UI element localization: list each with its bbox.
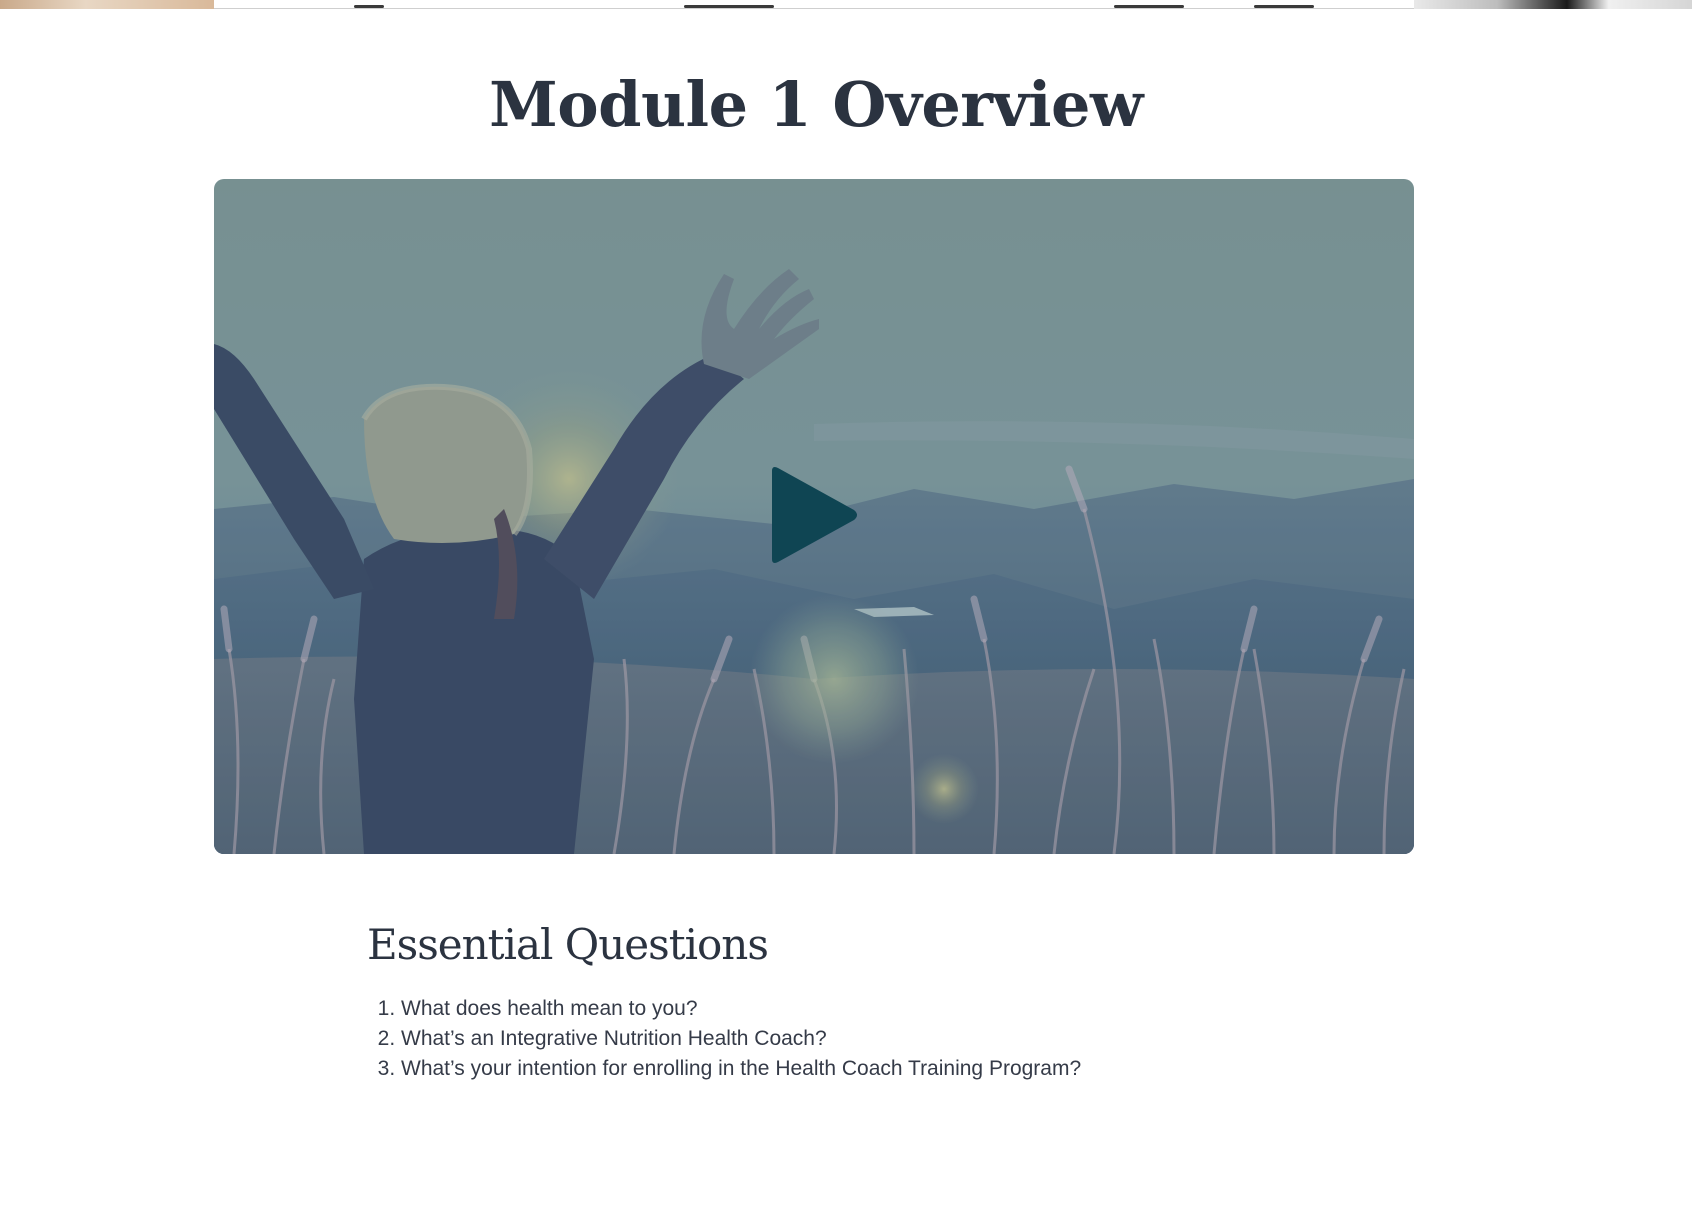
play-icon[interactable] (766, 463, 862, 567)
thumbnail-image-center (214, 0, 1414, 9)
question-list: What does health mean to you? What’s an … (367, 994, 1327, 1084)
list-item: What’s an Integrative Nutrition Health C… (401, 1024, 1327, 1054)
list-item: What does health mean to you? (401, 994, 1327, 1024)
thumbnail-image-left (0, 0, 214, 9)
section-heading: Essential Questions (367, 920, 769, 969)
video-player[interactable] (214, 179, 1414, 854)
thumbnail-image-right (1414, 0, 1692, 9)
top-image-strip (0, 0, 1692, 9)
page: Module 1 Overview Essential Questions 1.… (0, 0, 1692, 1214)
page-title: Module 1 Overview (489, 68, 1143, 141)
essential-questions-section: Essential Questions What does health mea… (367, 910, 1327, 1084)
list-item: What’s your intention for enrolling in t… (401, 1054, 1327, 1084)
